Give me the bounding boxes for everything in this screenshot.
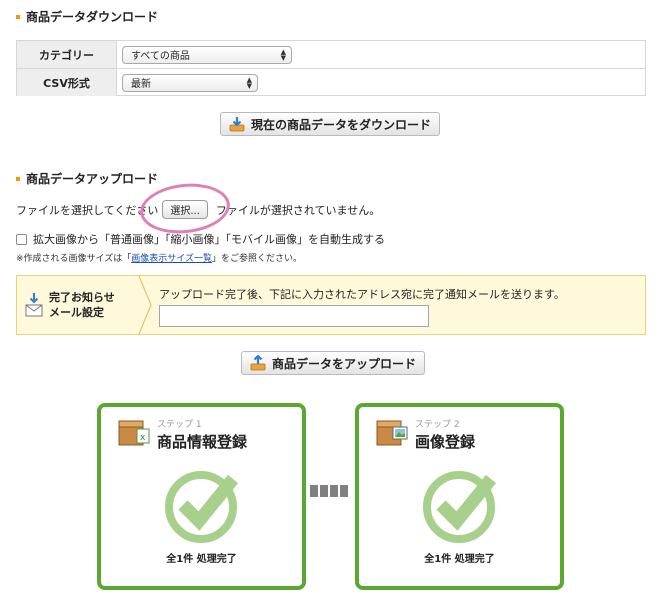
step-card-2: ステップ 2 画像登録 全1件 処理完了 [355, 403, 564, 590]
download-title-text: 商品データダウンロード [26, 10, 159, 24]
upload-title-text: 商品データアップロード [26, 172, 159, 186]
file-status: ファイルが選択されていません。 [215, 203, 381, 217]
step-1-status: 全1件 処理完了 [166, 554, 237, 565]
chevron-right-icon [138, 276, 152, 334]
product-box-icon: x [118, 420, 150, 446]
download-section-title: 商品データダウンロード [16, 8, 158, 25]
category-select-value: すべての商品 [131, 51, 190, 62]
download-button[interactable]: 現在の商品データをダウンロード [220, 112, 441, 136]
check-circle-icon [165, 471, 239, 543]
download-icon [229, 117, 245, 132]
section-bullet-icon [16, 176, 20, 181]
step-connector [310, 485, 348, 497]
upload-section-title: 商品データアップロード [16, 170, 158, 187]
mail-label-line2: メール設定 [49, 306, 104, 319]
upload-icon [250, 355, 266, 371]
csv-format-select[interactable]: 最新 ▲ ▼ [122, 73, 258, 92]
note-suffix: 」をご参照ください。 [212, 254, 303, 264]
category-label: カテゴリー [17, 41, 117, 68]
section-bullet-icon [16, 14, 20, 19]
highlight-annotation [137, 179, 233, 238]
select-arrows-icon: ▲ ▼ [280, 47, 286, 62]
category-cell: すべての商品 ▲ ▼ [117, 41, 645, 68]
upload-button[interactable]: 商品データをアップロード [241, 351, 426, 375]
mail-settings-panel: 完了お知らせ メール設定 アップロード完了後、下記に入力されたアドレス宛に完了通… [16, 275, 646, 335]
step-1-title: 商品情報登録 [157, 433, 248, 451]
csv-label: CSV形式 [17, 69, 117, 96]
step-1-label: ステップ 1 [157, 420, 202, 430]
mail-settings-label: 完了お知らせ メール設定 [17, 276, 142, 334]
upload-button-label: 商品データをアップロード [272, 356, 417, 371]
auto-generate-checkbox[interactable] [16, 233, 27, 245]
auto-generate-label: 拡大画像から「普通画像」「縮小画像」「モバイル画像」を自動生成する [33, 233, 385, 246]
csv-row: CSV形式 最新 ▲ ▼ [17, 69, 645, 96]
mail-description: アップロード完了後、下記に入力されたアドレス宛に完了通知メールを送ります。 [159, 288, 565, 301]
mail-label-text: 完了お知らせ メール設定 [49, 290, 115, 320]
notification-email-input[interactable] [159, 305, 429, 327]
download-button-label: 現在の商品データをダウンロード [251, 117, 432, 132]
mail-download-icon [25, 293, 43, 317]
step-2-title: 画像登録 [415, 433, 476, 451]
connector-dash [340, 485, 348, 497]
mail-label-line1: 完了お知らせ [49, 291, 115, 304]
download-options-table: カテゴリー すべての商品 ▲ ▼ CSV形式 最新 ▲ ▼ [16, 40, 646, 96]
file-prompt: ファイルを選択してください [16, 203, 159, 217]
svg-text:x: x [140, 433, 146, 443]
note-prefix: ※作成される画像サイズは「 [16, 254, 132, 264]
image-size-list-link[interactable]: 画像表示サイズ一覧 [131, 254, 212, 264]
connector-dash [320, 485, 328, 497]
step-2-label: ステップ 2 [415, 420, 460, 430]
image-box-icon [376, 420, 408, 446]
page: 商品データダウンロード カテゴリー すべての商品 ▲ ▼ CSV形式 最新 ▲ ▼ [0, 0, 661, 595]
image-size-note: ※作成される画像サイズは「画像表示サイズ一覧」をご参照ください。 [16, 251, 302, 264]
csv-select-value: 最新 [131, 79, 151, 90]
connector-dash [310, 485, 318, 497]
step-card-1: x ステップ 1 商品情報登録 全1件 処理完了 [97, 403, 306, 590]
auto-generate-option[interactable]: 拡大画像から「普通画像」「縮小画像」「モバイル画像」を自動生成する [16, 231, 385, 247]
category-row: カテゴリー すべての商品 ▲ ▼ [17, 41, 645, 69]
check-circle-icon [423, 471, 497, 543]
csv-cell: 最新 ▲ ▼ [117, 69, 645, 96]
step-2-status: 全1件 処理完了 [424, 554, 495, 565]
select-arrows-icon: ▲ ▼ [246, 75, 252, 90]
connector-dash [330, 485, 338, 497]
category-select[interactable]: すべての商品 ▲ ▼ [122, 45, 292, 64]
